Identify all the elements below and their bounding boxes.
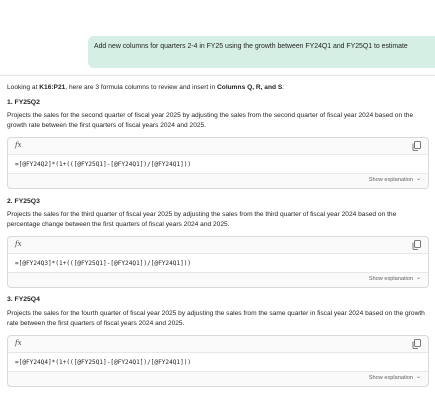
formula-card-header: fx (8, 237, 428, 253)
formula-text[interactable]: =[@FY24Q4]*(1+(([@FY25Q1]-[@FY24Q1])/[@F… (8, 352, 428, 372)
section-title-fy25q4: 3. FY25Q4 (7, 296, 40, 303)
formula-card-header: fx (8, 138, 428, 154)
show-explanation-button[interactable]: Show explanation ⌄ (369, 176, 421, 183)
show-explanation-button[interactable]: Show explanation ⌄ (369, 374, 421, 381)
chevron-down-icon: ⌄ (415, 176, 421, 182)
response-intro: Looking at K16:P21, here are 3 formula c… (7, 83, 284, 92)
formula-text[interactable]: =[@FY24Q2]*(1+(([@FY25Q1]-[@FY24Q1])/[@F… (8, 154, 428, 174)
show-explanation-button[interactable]: Show explanation ⌄ (369, 275, 421, 282)
formula-card-fy25q3: fx =[@FY24Q3]*(1+(([@FY25Q1]-[@FY24Q1])/… (7, 236, 429, 288)
section-description-fy25q4: Projects the sales for the fourth quarte… (7, 310, 425, 327)
formula-card-header: fx (8, 336, 428, 352)
section-title-fy25q2: 1. FY25Q2 (7, 99, 40, 106)
fx-icon: fx (15, 240, 22, 248)
intro-columns: Columns Q, R, and S (217, 84, 283, 91)
copy-icon[interactable] (412, 141, 421, 151)
user-message-bubble: Add new columns for quarters 2-4 in FY25… (88, 36, 435, 68)
intro-prefix: Looking at (7, 84, 40, 91)
assistant-response-panel: Looking at K16:P21, here are 3 formula c… (0, 75, 435, 415)
chevron-down-icon: ⌄ (415, 275, 421, 281)
show-explanation-label: Show explanation (368, 177, 413, 183)
show-explanation-label: Show explanation (368, 375, 413, 381)
copy-icon[interactable] (412, 339, 421, 349)
section-description-fy25q3: Projects the sales for the third quarter… (7, 211, 397, 228)
formula-card-fy25q2: fx =[@FY24Q2]*(1+(([@FY25Q1]-[@FY24Q1])/… (7, 137, 429, 189)
fx-icon: fx (15, 339, 22, 347)
show-explanation-label: Show explanation (368, 276, 413, 282)
section-description-fy25q2: Projects the sales for the second quarte… (7, 112, 414, 129)
fx-icon: fx (15, 141, 22, 149)
formula-text[interactable]: =[@FY24Q3]*(1+(([@FY25Q1]-[@FY24Q1])/[@F… (8, 253, 428, 273)
chevron-down-icon: ⌄ (415, 374, 421, 380)
formula-card-fy25q4: fx =[@FY24Q4]*(1+(([@FY25Q1]-[@FY24Q1])/… (7, 335, 429, 387)
intro-suffix: : (282, 84, 285, 91)
section-title-fy25q3: 2. FY25Q3 (7, 198, 40, 205)
intro-range: K16:P21 (39, 84, 66, 91)
user-message-text: Add new columns for quarters 2-4 in FY25… (94, 43, 408, 50)
intro-middle: , here are 3 formula columns to review a… (65, 84, 218, 91)
copy-icon[interactable] (412, 240, 421, 250)
